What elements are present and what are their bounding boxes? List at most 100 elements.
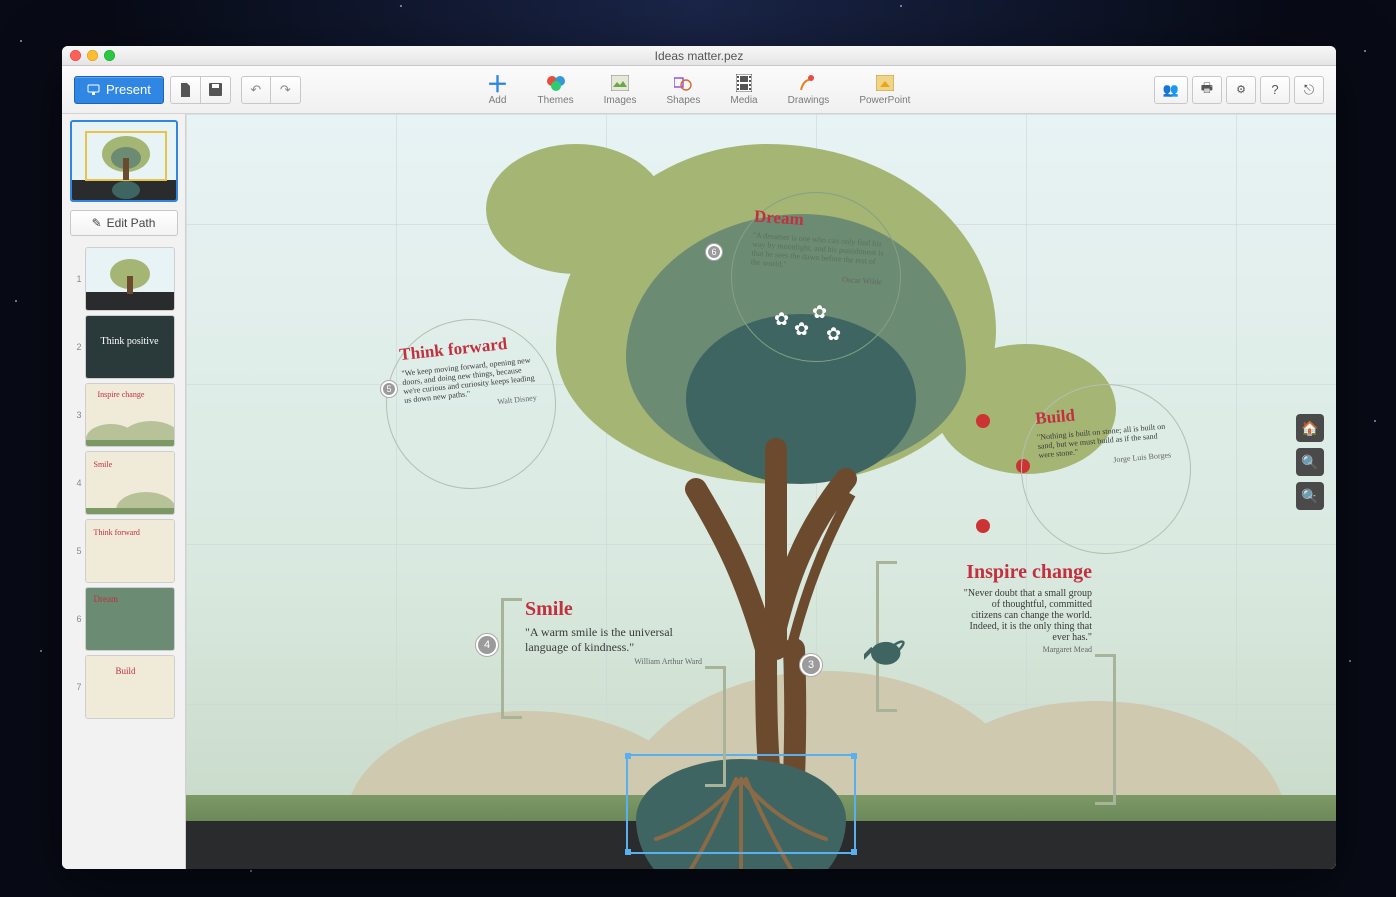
help-icon: ? (1271, 82, 1278, 97)
path-list: 1 2 Think positive 3 Inspire change (62, 244, 185, 722)
path-thumb-2[interactable]: Think positive (86, 316, 174, 378)
zoom-in-icon: 🔍 (1301, 454, 1318, 471)
film-icon (734, 73, 754, 93)
tool-drawings-label: Drawings (788, 95, 830, 106)
undo-button[interactable]: ↶ (241, 76, 271, 104)
tool-powerpoint-label: PowerPoint (859, 95, 910, 106)
frame-smile[interactable]: Smile "A warm smile is the universal lan… (521, 594, 706, 709)
apple-icon (976, 519, 990, 533)
path-thumb-6[interactable]: Dream (86, 588, 174, 650)
zoom-out-button[interactable]: 🔍- (1296, 482, 1324, 510)
path-number: 2 (74, 342, 82, 352)
card-cite: Margaret Mead (900, 645, 1092, 654)
print-icon: 🖶 (1201, 79, 1213, 101)
settings-button[interactable]: ⚙ (1226, 76, 1256, 104)
path-thumb-1[interactable] (86, 248, 174, 310)
window-title: Ideas matter.pez (62, 49, 1336, 63)
list-item[interactable]: 3 Inspire change (74, 384, 174, 446)
edit-path-label: Edit Path (107, 216, 156, 230)
redo-icon: ↷ (280, 82, 291, 98)
canvas-nav: 🏠 🔍 🔍- (1296, 414, 1324, 510)
step-marker-6[interactable]: 6 (706, 244, 722, 260)
path-thumb-7[interactable]: Build (86, 656, 174, 718)
canvas[interactable]: ✿ ✿ ✿ ✿ Think forward "We keep moving fo… (186, 114, 1336, 869)
step-marker-4[interactable]: 4 (476, 634, 498, 656)
gear-icon: ⚙ (1236, 83, 1246, 96)
home-button[interactable]: 🏠 (1296, 414, 1324, 442)
pencil-icon: ✎ (92, 216, 102, 230)
selection-box[interactable] (626, 754, 856, 854)
app-window: Ideas matter.pez Present ↶ ↷ ＋ (62, 46, 1336, 869)
tool-drawings[interactable]: Drawings (788, 73, 830, 106)
save-icon (209, 83, 222, 96)
card-cite: William Arthur Ward (525, 657, 702, 666)
path-number: 1 (74, 274, 82, 284)
zoom-in-button[interactable]: 🔍 (1296, 448, 1324, 476)
titlebar: Ideas matter.pez (62, 46, 1336, 66)
present-icon (87, 84, 100, 95)
overview-thumb-image (72, 122, 178, 202)
print-button[interactable]: 🖶 (1192, 76, 1222, 104)
path-number: 4 (74, 478, 82, 488)
file-icon (179, 83, 192, 97)
step-marker-5[interactable]: 5 (381, 381, 397, 397)
tool-add-label: Add (489, 95, 507, 106)
path-thumb-5[interactable]: Think forward (86, 520, 174, 582)
tool-powerpoint[interactable]: PowerPoint (859, 73, 910, 106)
new-button[interactable] (170, 76, 201, 104)
frame-inspire[interactable]: Inspire change "Never doubt that a small… (896, 557, 1096, 702)
list-item[interactable]: 6 Dream (74, 588, 174, 650)
apple-icon (976, 414, 990, 428)
tool-add[interactable]: ＋ Add (488, 73, 508, 106)
frame-think-forward[interactable]: Think forward "We keep moving forward, o… (378, 311, 565, 498)
path-thumb-4[interactable]: Smile (86, 452, 174, 514)
present-label: Present (106, 82, 151, 97)
tool-images[interactable]: Images (604, 73, 637, 106)
list-item[interactable]: 4 Smile (74, 452, 174, 514)
powerpoint-icon (875, 73, 895, 93)
palette-icon (546, 73, 566, 93)
share-button[interactable]: 👥 (1154, 76, 1188, 104)
exit-button[interactable]: ⎋ (1294, 76, 1324, 104)
card-body: "Never doubt that a small group of thoug… (960, 588, 1092, 643)
tool-images-label: Images (604, 95, 637, 106)
card-body: "A warm smile is the universal language … (525, 625, 702, 655)
home-icon: 🏠 (1301, 420, 1318, 437)
drawing-icon (798, 73, 818, 93)
path-number: 7 (74, 682, 82, 692)
step-marker-3[interactable]: 3 (800, 654, 822, 676)
list-item[interactable]: 2 Think positive (74, 316, 174, 378)
tool-media[interactable]: Media (730, 73, 757, 106)
list-item[interactable]: 7 Build (74, 656, 174, 718)
workspace: ✎ Edit Path 1 2 Think positive 3 (62, 114, 1336, 869)
main-toolbar: Present ↶ ↷ ＋ Add (62, 66, 1336, 114)
path-number: 6 (74, 614, 82, 624)
tool-shapes-label: Shapes (666, 95, 700, 106)
tool-themes-label: Themes (538, 95, 574, 106)
undo-icon: ↶ (250, 82, 261, 98)
tool-themes[interactable]: Themes (538, 73, 574, 106)
image-icon (610, 73, 630, 93)
redo-button[interactable]: ↷ (271, 76, 301, 104)
save-button[interactable] (201, 76, 231, 104)
card-title: Inspire change (900, 561, 1092, 584)
help-button[interactable]: ? (1260, 76, 1290, 104)
list-item[interactable]: 5 Think forward (74, 520, 174, 582)
present-button[interactable]: Present (74, 76, 164, 104)
sidebar: ✎ Edit Path 1 2 Think positive 3 (62, 114, 186, 869)
card-title: Smile (525, 598, 702, 621)
overview-thumb[interactable] (70, 120, 178, 202)
path-number: 5 (74, 546, 82, 556)
tree-foliage (486, 144, 666, 274)
plus-icon: ＋ (488, 73, 508, 93)
tool-shapes[interactable]: Shapes (666, 73, 700, 106)
list-item[interactable]: 1 (74, 248, 174, 310)
edit-path-button[interactable]: ✎ Edit Path (70, 210, 178, 236)
toolbar-right: 👥 🖶 ⚙ ? ⎋ (1154, 76, 1324, 104)
tool-media-label: Media (730, 95, 757, 106)
exit-icon: ⎋ (1304, 82, 1314, 98)
zoom-out-icon: 🔍- (1301, 488, 1318, 505)
path-thumb-3[interactable]: Inspire change (86, 384, 174, 446)
shapes-icon (673, 73, 693, 93)
path-number: 3 (74, 410, 82, 420)
